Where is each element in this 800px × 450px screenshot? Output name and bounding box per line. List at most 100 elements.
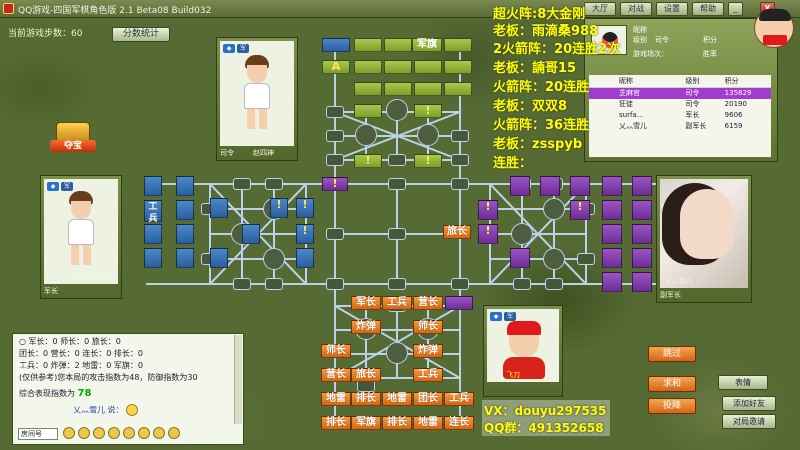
piece[interactable] [444, 38, 472, 52]
station-node[interactable] [233, 178, 251, 190]
piece[interactable] [540, 176, 560, 196]
piece[interactable] [632, 272, 652, 292]
invite-button[interactable]: 对局邀请 [722, 414, 776, 429]
piece-bomb[interactable]: 炸弹 [413, 344, 443, 358]
piece[interactable] [444, 82, 472, 96]
player-card-left[interactable]: ◆ 军 军长 surfaceatg [40, 175, 122, 299]
piece[interactable] [354, 38, 382, 52]
piece[interactable] [354, 60, 382, 74]
player-card-bottom[interactable]: ◆ 军 飞刀 [483, 305, 563, 397]
help-button[interactable]: 帮助 [692, 2, 724, 16]
surrender-button[interactable]: 投降 [648, 398, 696, 414]
camp-node[interactable] [263, 248, 285, 270]
piece[interactable]: ! [570, 200, 590, 220]
station-node[interactable] [326, 106, 344, 118]
piece[interactable] [144, 176, 162, 196]
piece-mine[interactable]: 地雷 [382, 392, 412, 406]
piece[interactable] [176, 248, 194, 268]
treasure-chest-icon[interactable]: 夺宝 [50, 120, 96, 154]
piece[interactable]: ! [270, 198, 288, 218]
piece[interactable] [602, 176, 622, 196]
piece[interactable] [144, 224, 162, 244]
player-card-top[interactable]: ◆ 军 司令 赵四神 [216, 37, 298, 161]
emoji-icon[interactable] [168, 427, 180, 439]
station-node[interactable] [388, 178, 406, 190]
piece[interactable]: A [322, 60, 350, 74]
station-node[interactable] [326, 130, 344, 142]
piece[interactable] [176, 176, 194, 196]
station-node[interactable] [326, 154, 344, 166]
piece-general[interactable]: 军长 [351, 296, 381, 310]
station-node[interactable] [451, 178, 469, 190]
piece[interactable]: ! [414, 104, 442, 118]
station-node[interactable] [388, 278, 406, 290]
emoji-icon[interactable] [63, 427, 75, 439]
piece[interactable] [384, 60, 412, 74]
piece[interactable] [602, 200, 622, 220]
emoji-icon[interactable] [108, 427, 120, 439]
camp-node[interactable] [417, 124, 439, 146]
piece[interactable] [602, 248, 622, 268]
piece-division[interactable]: 师长 [413, 320, 443, 334]
piece[interactable] [602, 224, 622, 244]
piece[interactable] [414, 60, 442, 74]
piece[interactable] [144, 248, 162, 268]
piece-flag[interactable]: 军旗 [412, 38, 442, 52]
piece-platoon[interactable]: 排长 [351, 392, 381, 406]
piece[interactable] [632, 248, 652, 268]
station-node[interactable] [265, 178, 283, 190]
station-node[interactable] [451, 154, 469, 166]
piece[interactable] [176, 224, 194, 244]
piece[interactable] [354, 104, 382, 118]
piece-mine[interactable]: 地雷 [413, 416, 443, 430]
table-row[interactable]: 狂徒 司令 20190 [589, 99, 771, 110]
camp-node[interactable] [543, 248, 565, 270]
piece[interactable] [176, 200, 194, 220]
piece-brigade[interactable]: 旅长 [351, 368, 381, 382]
piece[interactable] [632, 176, 652, 196]
station-node[interactable] [545, 278, 563, 290]
piece[interactable] [384, 38, 412, 52]
piece-battalion[interactable]: 营长 [321, 368, 351, 382]
station-node[interactable] [388, 154, 406, 166]
expression-button[interactable]: 表情 [718, 375, 768, 390]
piece[interactable] [510, 176, 530, 196]
piece-division[interactable]: 师长 [321, 344, 351, 358]
piece[interactable]: ! [414, 154, 442, 168]
piece-flag[interactable]: 军旗 [351, 416, 381, 430]
piece[interactable] [444, 60, 472, 74]
piece[interactable] [414, 82, 442, 96]
piece[interactable]: ! [296, 198, 314, 218]
table-row[interactable]: 芝麻官 司令 135829 [589, 87, 771, 99]
station-node[interactable] [326, 278, 344, 290]
piece-engineer[interactable]: 工兵 [413, 368, 443, 382]
skip-button[interactable]: 跳过 [648, 346, 696, 362]
player-card-right[interactable]: 乂灬雪儿 副军长 [656, 175, 752, 303]
piece-bomb[interactable]: 炸弹 [351, 320, 381, 334]
piece-engineer[interactable]: 工兵 [444, 392, 474, 406]
table-row[interactable]: 乂灬雪儿 副军长 6159 [589, 121, 771, 132]
station-node[interactable] [577, 253, 595, 265]
piece[interactable] [242, 224, 260, 244]
camp-node[interactable] [543, 198, 565, 220]
piece[interactable] [384, 82, 412, 96]
piece[interactable] [354, 82, 382, 96]
lobby-button[interactable]: 大厅 [584, 2, 616, 16]
piece-platoon[interactable]: 排长 [382, 416, 412, 430]
station-node[interactable] [513, 278, 531, 290]
piece-company[interactable]: 连长 [444, 416, 474, 430]
table-row[interactable]: surfa... 军长 9606 [589, 110, 771, 121]
chat-scrollbar[interactable] [234, 335, 242, 424]
emoji-icon[interactable] [138, 427, 150, 439]
emoji-icon[interactable] [93, 427, 105, 439]
piece[interactable]: ! [322, 177, 348, 191]
station-node[interactable] [451, 278, 469, 290]
minimize-button[interactable]: _ [728, 2, 743, 16]
station-node[interactable] [265, 278, 283, 290]
piece-engineer[interactable]: 工兵 [144, 200, 162, 224]
emoji-icon[interactable] [153, 427, 165, 439]
piece-battalion[interactable]: 营长 [413, 296, 443, 310]
piece-platoon[interactable]: 排长 [321, 416, 351, 430]
emoji-icon[interactable] [78, 427, 90, 439]
piece[interactable] [210, 198, 228, 218]
